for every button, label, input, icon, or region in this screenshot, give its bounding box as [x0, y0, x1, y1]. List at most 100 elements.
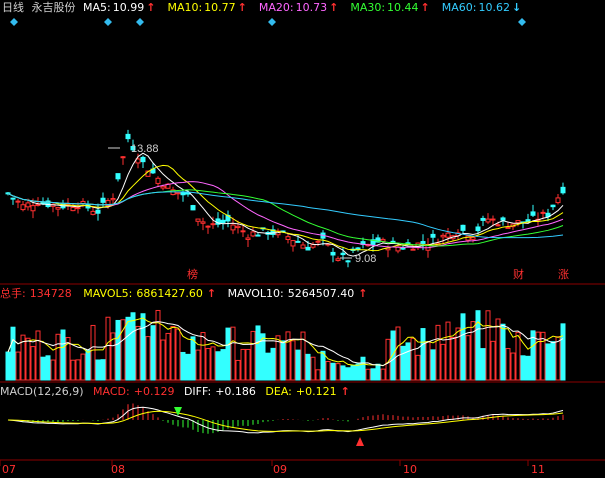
- kline-chart[interactable]: 13.88 9.08 榜 财 涨: [0, 0, 605, 478]
- candle-up: [555, 197, 561, 204]
- volume-bar-down: [500, 323, 506, 381]
- candle-up: [175, 192, 181, 195]
- candle-down: [95, 209, 101, 214]
- volume-bar-up: [425, 341, 431, 381]
- volume-bar-up: [55, 333, 61, 381]
- volume-bar-up: [335, 363, 341, 381]
- volume-bar-up: [240, 348, 246, 381]
- volume-bar-down: [10, 326, 16, 381]
- marker-bang[interactable]: 榜: [187, 267, 198, 281]
- candle-up: [490, 218, 496, 221]
- candle-down: [345, 260, 351, 263]
- volume-bar-up: [275, 335, 281, 381]
- volume-bar-up: [505, 348, 511, 381]
- x-axis-label-11: 11: [531, 463, 545, 476]
- volume-bar-up: [155, 309, 161, 381]
- candle-up: [245, 237, 251, 240]
- candle-up: [495, 224, 501, 227]
- volume-bar-up: [510, 352, 516, 381]
- candle-down: [125, 133, 131, 140]
- volume-bar-down: [480, 348, 486, 381]
- volume-bar-up: [415, 354, 421, 381]
- volume-bar-up: [485, 310, 491, 381]
- candle-up: [540, 211, 546, 214]
- candle-up: [410, 248, 416, 251]
- volume-bar-up: [210, 346, 216, 381]
- volume-bar-up: [195, 349, 201, 381]
- volume-bar-down: [270, 347, 276, 381]
- volume-bar-down: [85, 349, 91, 381]
- candle-up: [15, 200, 21, 203]
- marker-zhang[interactable]: 涨: [558, 268, 569, 281]
- volume-bar-down: [305, 353, 311, 381]
- golden-cross-arrow-icon: [356, 437, 364, 446]
- volume-bar-down: [190, 336, 196, 381]
- volume-bar-down: [5, 351, 11, 381]
- volume-bar-up: [380, 368, 386, 381]
- volume-bar-down: [475, 310, 481, 381]
- volume-bar-down: [100, 359, 106, 381]
- candle-down: [560, 186, 566, 194]
- volume-bar-up: [230, 326, 236, 381]
- candle-up: [300, 244, 306, 249]
- candle-up: [290, 240, 296, 247]
- volume-bar-up: [50, 359, 56, 381]
- volume-bar-up: [315, 369, 321, 381]
- volume-bar-up: [245, 348, 251, 381]
- candle-up: [445, 232, 451, 238]
- candle-up: [210, 223, 216, 226]
- volume-bar-up: [495, 318, 501, 381]
- candle-down: [220, 219, 226, 224]
- volume-bar-up: [445, 321, 451, 381]
- marker-cai[interactable]: 财: [513, 267, 524, 281]
- volume-bar-up: [70, 359, 76, 381]
- candle-up: [35, 203, 41, 206]
- candle-down: [305, 246, 311, 251]
- volume-bar-down: [355, 363, 361, 381]
- candle-up: [250, 231, 256, 237]
- volume-bar-up: [120, 319, 126, 381]
- volume-bar-down: [40, 356, 46, 381]
- ma-lines: [7, 152, 564, 257]
- candle-up: [440, 234, 446, 238]
- volume-bar-up: [490, 340, 496, 381]
- volume-bar-down: [220, 349, 226, 381]
- volume-bar-up: [515, 331, 521, 381]
- volume-bar-down: [150, 325, 156, 381]
- volume-bar-down: [390, 330, 396, 381]
- volume-bar-down: [345, 367, 351, 381]
- volume-bar-up: [15, 351, 21, 381]
- volume-bar-up: [440, 343, 446, 381]
- high-price-label: 13.88: [131, 143, 159, 155]
- volume-bar-down: [60, 329, 66, 381]
- candle-up: [485, 218, 491, 223]
- candle-down: [40, 201, 46, 204]
- volume-bar-up: [410, 337, 416, 381]
- volume-bar-up: [75, 359, 81, 381]
- candle-down: [480, 217, 486, 221]
- candle-up: [240, 230, 246, 233]
- volume-bar-down: [330, 362, 336, 381]
- candle-down: [115, 173, 121, 180]
- candle-up: [285, 236, 291, 241]
- candle-up: [505, 226, 511, 229]
- volume-bar-down: [320, 350, 326, 381]
- volume-bar-up: [235, 359, 241, 381]
- volume-bar-down: [520, 355, 526, 381]
- candle-down: [340, 252, 346, 256]
- candle-down: [530, 211, 536, 216]
- volume-bar-up: [35, 330, 41, 381]
- signal-diamond-icon: [136, 18, 144, 26]
- volume-bar-down: [265, 352, 271, 381]
- candle-down: [295, 240, 301, 243]
- x-axis-label-09: 09: [273, 463, 287, 476]
- x-axis: [0, 460, 529, 466]
- volume-bar-up: [175, 328, 181, 381]
- candle-up: [205, 225, 211, 228]
- volume-bar-down: [280, 340, 286, 381]
- x-axis-label-08: 08: [111, 463, 125, 476]
- candle-up: [470, 236, 476, 240]
- candle-down: [330, 251, 336, 256]
- candle-down: [460, 224, 466, 231]
- volume-bar-up: [200, 332, 206, 381]
